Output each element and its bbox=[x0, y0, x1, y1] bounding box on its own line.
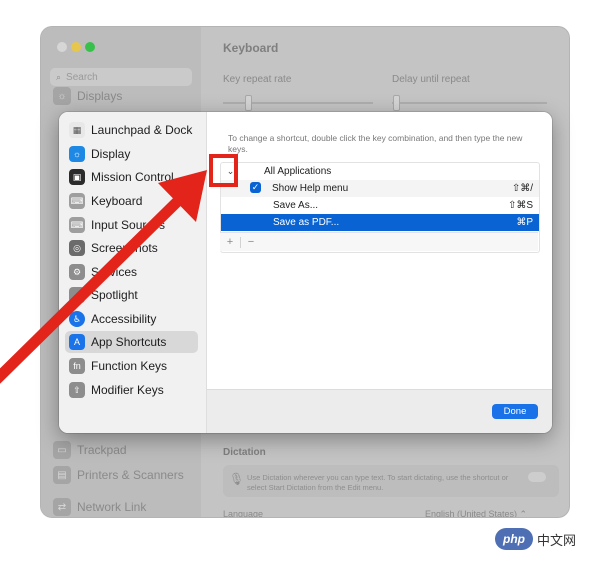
display-icon: ☼ bbox=[53, 87, 71, 105]
zoom-window-button[interactable] bbox=[85, 42, 95, 52]
category-app-shortcuts[interactable]: A App Shortcuts bbox=[65, 331, 198, 353]
watermark-text: 中文网 bbox=[537, 532, 577, 548]
category-screenshots[interactable]: ◎ Screenshots bbox=[65, 237, 198, 259]
shortcut-keys[interactable]: ⇧⌘/ bbox=[512, 183, 533, 194]
sidebar-item-network-link[interactable]: ⇄ Network Link bbox=[53, 498, 146, 516]
key-repeat-slider-thumb[interactable] bbox=[245, 95, 252, 111]
remove-shortcut-button[interactable]: − bbox=[241, 236, 261, 248]
screenshots-icon: ◎ bbox=[69, 240, 85, 256]
input-sources-icon: ⌨ bbox=[69, 217, 85, 233]
shortcut-keys[interactable]: ⇧⌘S bbox=[508, 200, 533, 211]
delay-until-repeat-label: Delay until repeat bbox=[392, 74, 470, 85]
function-keys-icon: fn bbox=[69, 358, 85, 374]
dictation-heading: Dictation bbox=[223, 447, 266, 458]
keyboard-icon: ⌨ bbox=[69, 193, 85, 209]
spotlight-icon: ⌕ bbox=[69, 287, 85, 303]
app-shortcuts-icon: A bbox=[69, 334, 85, 350]
done-button[interactable]: Done bbox=[492, 404, 538, 419]
microphone-icon: 🎙 bbox=[229, 472, 245, 486]
page-title: Keyboard bbox=[223, 41, 279, 55]
close-window-button[interactable] bbox=[57, 42, 67, 52]
language-popup[interactable]: English (United States) ⌃ bbox=[425, 509, 527, 517]
network-link-icon: ⇄ bbox=[53, 498, 71, 516]
minimize-window-button[interactable] bbox=[71, 42, 81, 52]
category-function-keys[interactable]: fn Function Keys bbox=[65, 355, 198, 377]
dictation-description: Use Dictation wherever you can type text… bbox=[247, 473, 509, 492]
table-row[interactable]: Save As... ⇧⌘S bbox=[221, 197, 539, 214]
table-row[interactable]: ✓ Show Help menu ⇧⌘/ bbox=[221, 180, 539, 197]
shortcuts-content: To change a shortcut, double click the k… bbox=[207, 112, 552, 389]
delay-slider-thumb[interactable] bbox=[393, 95, 400, 111]
category-modifier-keys[interactable]: ⇧ Modifier Keys bbox=[65, 379, 198, 401]
category-display[interactable]: ☼ Display bbox=[65, 143, 198, 165]
search-placeholder: Search bbox=[66, 71, 98, 83]
dictation-toggle[interactable] bbox=[528, 472, 546, 482]
category-accessibility[interactable]: ♿ Accessibility bbox=[65, 308, 198, 330]
delay-until-repeat-slider[interactable] bbox=[392, 102, 547, 104]
shortcut-instructions: To change a shortcut, double click the k… bbox=[228, 133, 523, 154]
search-field[interactable]: ⌕ Search bbox=[50, 68, 192, 86]
sheet-button-bar: Done bbox=[207, 389, 552, 433]
category-services[interactable]: ⚙ Services bbox=[65, 261, 198, 283]
shortcuts-category-list: ▦ Launchpad & Dock ☼ Display ▣ Mission C… bbox=[59, 112, 207, 433]
enable-shortcut-checkbox[interactable]: ✓ bbox=[250, 182, 261, 193]
modifier-keys-icon: ⇧ bbox=[69, 382, 85, 398]
search-icon: ⌕ bbox=[56, 71, 62, 82]
language-label: Language bbox=[223, 509, 264, 517]
launchpad-icon: ▦ bbox=[69, 122, 85, 138]
category-keyboard[interactable]: ⌨ Keyboard bbox=[65, 190, 198, 212]
display-icon: ☼ bbox=[69, 146, 85, 162]
shortcut-keys[interactable]: ⌘P bbox=[516, 217, 533, 228]
key-repeat-label: Key repeat rate bbox=[223, 74, 292, 85]
table-footer: + − bbox=[220, 232, 538, 251]
annotation-highlight-box bbox=[209, 154, 238, 187]
category-mission-control[interactable]: ▣ Mission Control bbox=[65, 166, 198, 188]
accessibility-icon: ♿ bbox=[69, 311, 85, 327]
sidebar-item-displays[interactable]: ☼ Displays bbox=[53, 87, 122, 105]
group-row-all-applications[interactable]: ⌄ All Applications bbox=[221, 163, 539, 180]
keyboard-shortcuts-sheet: ▦ Launchpad & Dock ☼ Display ▣ Mission C… bbox=[59, 112, 552, 433]
printer-icon: ▤ bbox=[53, 466, 71, 484]
category-spotlight[interactable]: ⌕ Spotlight bbox=[65, 284, 198, 306]
add-shortcut-button[interactable]: + bbox=[220, 236, 240, 248]
watermark-badge: php bbox=[495, 528, 533, 550]
category-input-sources[interactable]: ⌨ Input Sources bbox=[65, 214, 198, 236]
trackpad-icon: ▭ bbox=[53, 441, 71, 459]
mission-control-icon: ▣ bbox=[69, 169, 85, 185]
sidebar-item-printers[interactable]: ▤ Printers & Scanners bbox=[53, 466, 184, 484]
watermark: php 中文网 bbox=[495, 526, 576, 552]
shortcut-label: Save as PDF... bbox=[273, 217, 340, 228]
category-launchpad-dock[interactable]: ▦ Launchpad & Dock bbox=[65, 119, 198, 141]
sidebar-item-trackpad[interactable]: ▭ Trackpad bbox=[53, 441, 127, 459]
services-icon: ⚙ bbox=[69, 264, 85, 280]
shortcut-label: Save As... bbox=[273, 200, 319, 211]
shortcut-label: Show Help menu bbox=[272, 183, 349, 194]
table-row-selected[interactable]: Save as PDF... ⌘P bbox=[221, 214, 539, 231]
